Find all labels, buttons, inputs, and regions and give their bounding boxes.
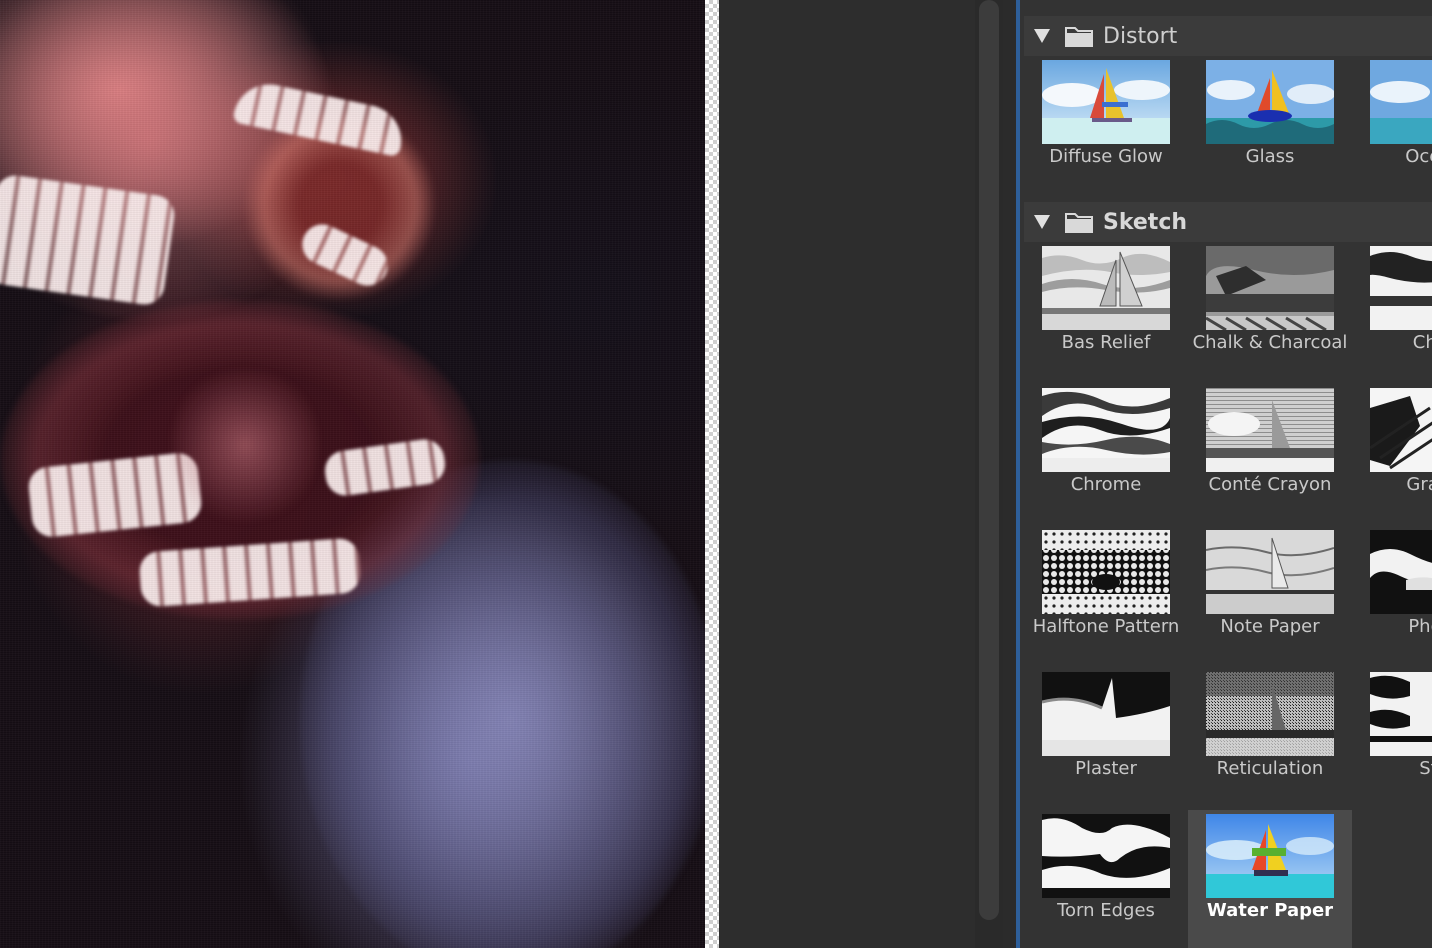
filter-tile-halftone-pattern[interactable]: Halftone Pattern <box>1024 526 1188 668</box>
panel-gap <box>1003 0 1016 948</box>
filter-thumbnail <box>1206 530 1334 614</box>
filter-label: Ocean <box>1405 146 1432 167</box>
filter-gallery: Distort Diffuse Glow Glass Oc Sketch Bas… <box>1020 0 1432 948</box>
filter-label: Halftone Pattern <box>1032 616 1180 637</box>
filter-label: Graph <box>1406 474 1432 495</box>
filter-thumbnail <box>1042 672 1170 756</box>
filter-thumbnail <box>1370 530 1432 614</box>
filter-label: Torn Edges <box>1057 900 1155 921</box>
filter-tile-photo[interactable]: Photo <box>1352 526 1432 668</box>
filter-thumbnail <box>1206 388 1334 472</box>
filter-label: Water Paper <box>1206 900 1334 921</box>
filter-tile-torn-edges[interactable]: Torn Edges <box>1024 810 1188 948</box>
transparency-checker <box>705 0 719 948</box>
filter-thumbnail <box>1206 814 1334 898</box>
photo-grain <box>0 0 705 948</box>
filter-label: Conté Crayon <box>1208 474 1332 495</box>
filter-label: Photo <box>1408 616 1432 637</box>
triangle-down-icon[interactable] <box>1034 29 1050 43</box>
filter-tile-chrome[interactable]: Chrome <box>1024 384 1188 526</box>
filter-thumbnail <box>1370 60 1432 144</box>
filter-thumbnail <box>1042 246 1170 330</box>
filter-tile-chalk-charcoal[interactable]: Chalk & Charcoal <box>1188 242 1352 384</box>
filter-thumbnail <box>1042 388 1170 472</box>
filter-thumbnail <box>1042 60 1170 144</box>
filter-thumbnail <box>1370 246 1432 330</box>
filter-thumbnail <box>1206 60 1334 144</box>
filter-label: Char <box>1412 332 1432 353</box>
filter-thumbnail <box>1042 530 1170 614</box>
filter-tile-note-paper[interactable]: Note Paper <box>1188 526 1352 668</box>
filter-tile-bas-relief[interactable]: Bas Relief <box>1024 242 1188 384</box>
filter-thumbnail <box>1206 672 1334 756</box>
filter-label: Reticulation <box>1216 758 1324 779</box>
filter-label: Bas Relief <box>1061 332 1151 353</box>
category-label: Distort <box>1103 23 1178 49</box>
filter-label: Glass <box>1245 146 1295 167</box>
triangle-down-icon[interactable] <box>1034 215 1050 229</box>
filter-tile-diffuse-glow[interactable]: Diffuse Glow <box>1024 56 1188 198</box>
filter-label: Diffuse Glow <box>1049 146 1163 167</box>
filter-tile-glass[interactable]: Glass <box>1188 56 1352 198</box>
filter-tile-reticulation[interactable]: Reticulation <box>1188 668 1352 810</box>
folder-icon <box>1065 213 1093 233</box>
filter-tile-graph[interactable]: Graph <box>1352 384 1432 526</box>
filter-tile-stamp[interactable]: Sta <box>1352 668 1432 810</box>
scrollbar-thumb[interactable] <box>979 0 999 920</box>
category-label: Sketch <box>1103 209 1188 235</box>
filter-thumbnail <box>1370 388 1432 472</box>
filter-thumbnail <box>1042 814 1170 898</box>
filter-tile-plaster[interactable]: Plaster <box>1024 668 1188 810</box>
image-canvas[interactable] <box>0 0 705 948</box>
category-header-sketch[interactable]: Sketch <box>1024 202 1432 242</box>
filter-label: Chalk & Charcoal <box>1192 332 1348 353</box>
filter-label: Sta <box>1419 758 1432 779</box>
filter-tile-conte-crayon[interactable]: Conté Crayon <box>1188 384 1352 526</box>
filter-label: Plaster <box>1075 758 1137 779</box>
filter-tile-char[interactable]: Char <box>1352 242 1432 384</box>
settings-panel <box>719 0 975 948</box>
folder-icon <box>1065 27 1093 47</box>
filter-tile-ocean[interactable]: Ocean <box>1352 56 1432 198</box>
filter-thumbnail <box>1370 672 1432 756</box>
filter-tile-water-paper[interactable]: Water Paper <box>1188 810 1352 948</box>
filter-label: Note Paper <box>1220 616 1320 637</box>
category-header-distort[interactable]: Distort <box>1024 16 1432 56</box>
filter-label: Chrome <box>1070 474 1142 495</box>
filter-thumbnail <box>1206 246 1334 330</box>
